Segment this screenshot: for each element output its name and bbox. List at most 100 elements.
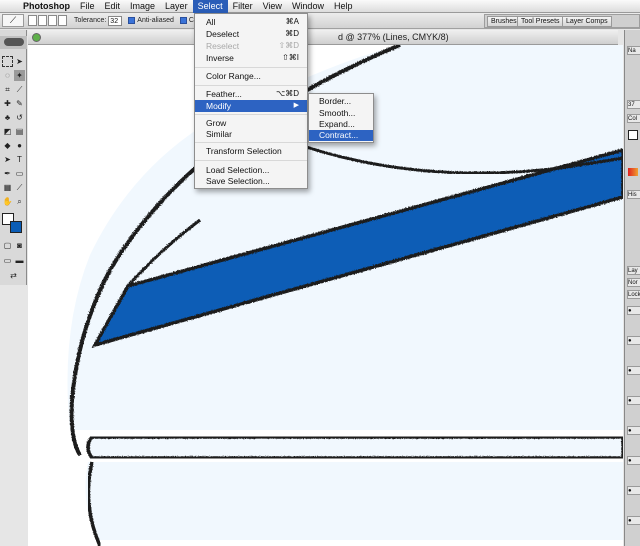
menu-item-color-range[interactable]: Color Range... xyxy=(195,70,307,82)
brush-tool-icon[interactable]: ✎ xyxy=(14,98,25,109)
menu-image[interactable]: Image xyxy=(125,0,160,13)
quick-mask-icon[interactable]: ◙ xyxy=(14,240,25,251)
tab-color[interactable]: Col xyxy=(627,114,640,123)
menu-item-similar[interactable]: Similar xyxy=(195,128,307,140)
clone-stamp-icon[interactable]: ♣ xyxy=(2,112,13,123)
menu-item-inverse[interactable]: Inverse ⇧⌘I xyxy=(195,52,307,64)
tab-history[interactable]: His xyxy=(627,190,640,199)
menu-help[interactable]: Help xyxy=(329,0,358,13)
modify-submenu: Border... Smooth... Expand... Contract..… xyxy=(308,93,374,143)
layer-eye-icon[interactable]: ● xyxy=(627,366,640,375)
sole-band xyxy=(86,435,623,460)
eraser-tool-icon[interactable]: ◩ xyxy=(2,126,13,137)
notes-tool-icon[interactable]: ▦ xyxy=(2,182,13,193)
menu-window[interactable]: Window xyxy=(287,0,329,13)
contiguous-checkbox[interactable] xyxy=(179,17,187,24)
shortcut-label: ⇧⌘I xyxy=(282,53,299,62)
tab-tool-presets[interactable]: Tool Presets xyxy=(517,16,564,27)
standard-mode-icon[interactable]: ▢ xyxy=(2,240,13,251)
submenu-item-contract[interactable]: Contract... xyxy=(309,130,373,141)
document-title: d @ 377% (Lines, CMYK/8) xyxy=(338,32,449,42)
menu-item-deselect[interactable]: Deselect ⌘D xyxy=(195,28,307,40)
layer-eye-icon[interactable]: ● xyxy=(627,486,640,495)
healing-brush-icon[interactable]: ✚ xyxy=(2,98,13,109)
menu-edit[interactable]: Edit xyxy=(100,0,126,13)
magic-wand-tool-icon[interactable]: ✦ xyxy=(14,70,25,81)
gradient-tool-icon[interactable]: ▤ xyxy=(14,126,25,137)
jump-to-imageready-icon[interactable]: ⇄ xyxy=(8,270,19,281)
tolerance-label: Tolerance: xyxy=(74,17,107,24)
shortcut-label: ⇧⌘D xyxy=(278,41,299,50)
menu-view[interactable]: View xyxy=(258,0,287,13)
sole-bottom xyxy=(85,462,623,540)
color-ramp[interactable] xyxy=(628,168,638,176)
menu-item-label: Save Selection... xyxy=(206,176,270,186)
submenu-item-smooth[interactable]: Smooth... xyxy=(309,108,373,119)
menu-item-label: Reselect xyxy=(206,41,240,51)
move-tool-icon[interactable]: ➤ xyxy=(14,56,25,67)
submenu-item-border[interactable]: Border... xyxy=(309,96,373,107)
path-selection-icon[interactable]: ➤ xyxy=(2,154,13,165)
zoom-button-icon[interactable] xyxy=(32,33,41,42)
menu-item-modify[interactable]: Modify ▶ xyxy=(195,100,307,112)
anti-aliased-checkbox[interactable] xyxy=(128,17,136,24)
document-title-bar: d @ 377% (Lines, CMYK/8) xyxy=(28,30,618,45)
add-selection-icon[interactable] xyxy=(38,15,47,26)
shape-tool-icon[interactable]: ▭ xyxy=(14,168,25,179)
blur-tool-icon[interactable]: ◆ xyxy=(2,140,13,151)
zoom-tool-icon[interactable]: ⌕ xyxy=(14,196,25,207)
history-brush-icon[interactable]: ↺ xyxy=(14,112,25,123)
menu-item-label: Grow xyxy=(206,118,227,128)
blend-mode-select[interactable]: Nor xyxy=(627,278,640,287)
pen-tool-icon[interactable]: ✒ xyxy=(2,168,13,179)
type-tool-icon[interactable]: T xyxy=(14,154,25,165)
submenu-item-expand[interactable]: Expand... xyxy=(309,119,373,130)
menu-file[interactable]: File xyxy=(75,0,100,13)
layer-eye-icon[interactable]: ● xyxy=(627,306,640,315)
menu-separator xyxy=(195,114,307,115)
crop-tool-icon[interactable]: ⌗ xyxy=(2,84,13,95)
tab-layers[interactable]: Lay xyxy=(627,266,640,275)
background-color-swatch[interactable] xyxy=(10,221,22,233)
tools-header xyxy=(0,36,27,49)
menu-item-label: Transform Selection xyxy=(206,146,282,156)
tolerance-input[interactable]: 32 xyxy=(108,15,123,26)
new-selection-icon[interactable] xyxy=(28,15,37,26)
menu-photoshop[interactable]: Photoshop xyxy=(18,0,75,13)
slice-tool-icon[interactable]: ⟋ xyxy=(14,84,25,95)
menu-item-label: Similar xyxy=(206,129,232,139)
screen-mode-full-icon[interactable]: ▬ xyxy=(14,255,25,266)
menu-filter[interactable]: Filter xyxy=(228,0,258,13)
layer-eye-icon[interactable]: ● xyxy=(627,516,640,525)
subtract-selection-icon[interactable] xyxy=(48,15,57,26)
menu-item-all[interactable]: All ⌘A xyxy=(195,16,307,28)
zoom-percent-field[interactable]: 37 xyxy=(627,100,640,109)
dodge-tool-icon[interactable]: ● xyxy=(14,140,25,151)
menu-item-transform-selection[interactable]: Transform Selection xyxy=(195,145,307,157)
menu-item-feather[interactable]: Feather... ⌥⌘D xyxy=(195,88,307,100)
menu-layer[interactable]: Layer xyxy=(160,0,193,13)
layer-eye-icon[interactable]: ● xyxy=(627,396,640,405)
screen-mode-standard-icon[interactable]: ▭ xyxy=(2,255,13,266)
tab-brushes[interactable]: Brushes xyxy=(487,16,521,27)
menu-item-label: Feather... xyxy=(206,89,242,99)
intersect-selection-icon[interactable] xyxy=(58,15,67,26)
right-palette-dock: Na 37 Col His Lay Nor Lock ● ● ● ● ● ● ●… xyxy=(624,30,640,546)
layer-eye-icon[interactable]: ● xyxy=(627,336,640,345)
marquee-tool-icon[interactable] xyxy=(2,56,13,67)
lasso-tool-icon[interactable]: ◌ xyxy=(2,70,13,81)
hand-tool-icon[interactable]: ✋ xyxy=(2,196,13,207)
dock-color-swatch[interactable] xyxy=(628,130,638,140)
layer-eye-icon[interactable]: ● xyxy=(627,426,640,435)
select-menu-dropdown: All ⌘A Deselect ⌘D Reselect ⇧⌘D Inverse … xyxy=(194,13,308,189)
menu-select[interactable]: Select xyxy=(192,0,228,13)
tab-navigator[interactable]: Na xyxy=(627,46,640,55)
shortcut-label: ⌘A xyxy=(285,17,299,26)
layer-eye-icon[interactable]: ● xyxy=(627,456,640,465)
eyedropper-tool-icon[interactable]: ⟋ xyxy=(14,182,25,193)
magic-wand-tool-preset-icon[interactable]: ⟋ xyxy=(2,14,24,27)
menu-separator xyxy=(195,160,307,161)
shortcut-label: ⌘D xyxy=(285,29,299,38)
menu-item-save-selection[interactable]: Save Selection... xyxy=(195,175,307,187)
tab-layer-comps[interactable]: Layer Comps xyxy=(562,16,612,27)
